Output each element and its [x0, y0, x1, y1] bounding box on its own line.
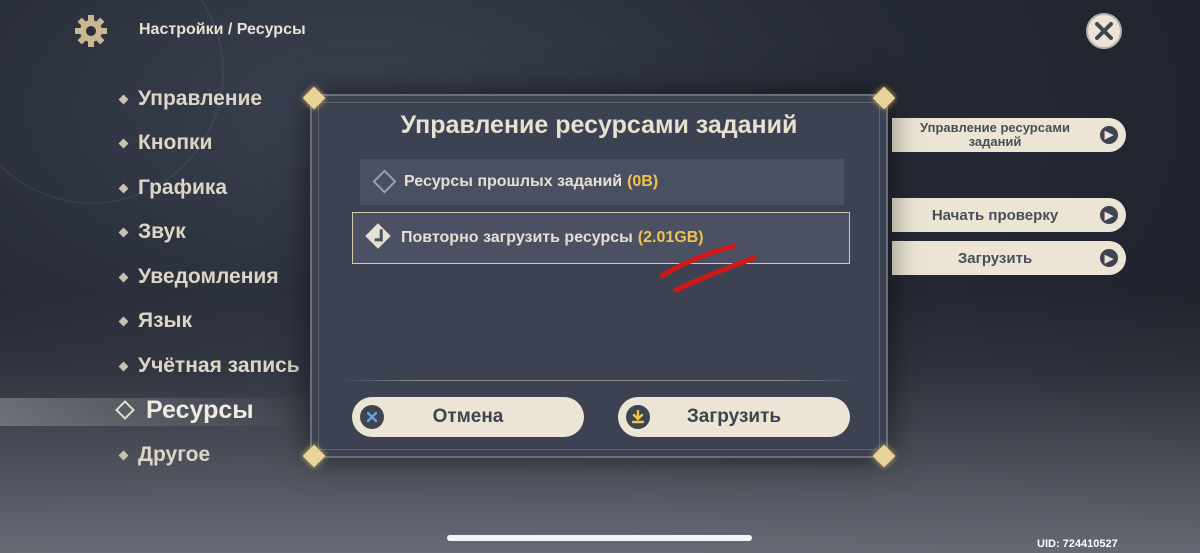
arrow-right-icon: ▶	[1100, 126, 1118, 144]
option-reload-resources[interactable]: Повторно загрузить ресурсы (2.01GB)	[352, 212, 850, 264]
option-past-resources[interactable]: Ресурсы прошлых заданий (0B)	[360, 159, 844, 205]
start-check-label: Начать проверку	[931, 206, 1059, 224]
menu-item-buttons[interactable]: Кнопки	[118, 128, 213, 158]
menu-item-label: Управление	[138, 87, 263, 110]
bullet-icon	[118, 227, 129, 237]
checkmark-diamond-icon	[365, 223, 391, 249]
home-indicator	[447, 535, 752, 541]
menu-item-label: Уведомления	[138, 265, 279, 288]
cancel-label: Отмена	[432, 406, 504, 427]
menu-item-label: Звук	[138, 220, 186, 243]
menu-item-label: Ресурсы	[146, 395, 254, 424]
menu-item-account[interactable]: Учётная запись	[118, 351, 300, 381]
dialog-divider	[340, 380, 858, 381]
menu-item-resources[interactable]: Ресурсы	[115, 395, 254, 425]
breadcrumb: Настройки / Ресурсы	[139, 21, 306, 38]
menu-item-other[interactable]: Другое	[118, 440, 211, 470]
gear-icon	[73, 13, 109, 49]
menu-item-graphics[interactable]: Графика	[118, 173, 228, 203]
cancel-x-icon	[360, 405, 384, 429]
start-check-button[interactable]: Начать проверку ▶	[892, 198, 1126, 232]
diamond-outline-icon	[372, 169, 397, 194]
option-past-size: (0B)	[627, 173, 659, 190]
close-icon	[1095, 22, 1113, 40]
bullet-icon	[118, 450, 129, 460]
menu-item-language[interactable]: Язык	[118, 306, 192, 336]
confirm-download-label: Загрузить	[686, 406, 782, 427]
confirm-download-button[interactable]: Загрузить	[618, 397, 850, 437]
red-annotation-marks	[659, 243, 757, 293]
option-reload-label: Повторно загрузить ресурсы	[401, 229, 633, 246]
bullet-icon	[118, 94, 129, 104]
download-label: Загрузить	[957, 249, 1033, 267]
bullet-icon	[118, 138, 129, 148]
menu-item-notifications[interactable]: Уведомления	[118, 262, 279, 292]
menu-item-label: Язык	[138, 309, 192, 332]
close-button[interactable]	[1086, 13, 1122, 49]
menu-item-label: Учётная запись	[138, 354, 300, 377]
cancel-button[interactable]: Отмена	[352, 397, 584, 437]
download-button-bg[interactable]: Загрузить ▶	[892, 241, 1126, 275]
manage-resources-button[interactable]: Управление ресурсами заданий ▶	[892, 118, 1126, 152]
bullet-icon	[118, 183, 129, 193]
arrow-right-icon: ▶	[1100, 206, 1118, 224]
menu-item-label: Другое	[138, 443, 211, 466]
download-arrow-icon	[626, 405, 650, 429]
menu-item-controls[interactable]: Управление	[118, 84, 263, 114]
bullet-icon	[118, 316, 129, 326]
menu-item-label: Кнопки	[138, 131, 213, 154]
option-past-label: Ресурсы прошлых заданий	[404, 173, 623, 190]
arrow-right-icon: ▶	[1100, 249, 1118, 267]
menu-item-sound[interactable]: Звук	[118, 217, 186, 247]
menu-item-label: Графика	[138, 176, 228, 199]
uid-label: UID: 724410527	[1037, 538, 1118, 550]
bullet-icon	[118, 272, 129, 282]
bullet-icon	[115, 400, 135, 420]
manage-resources-label: Управление ресурсами заданий	[920, 120, 1070, 149]
bullet-icon	[118, 361, 129, 371]
resource-dialog: Управление ресурсами заданий Ресурсы про…	[310, 94, 888, 458]
dialog-title: Управление ресурсами заданий	[400, 111, 798, 139]
